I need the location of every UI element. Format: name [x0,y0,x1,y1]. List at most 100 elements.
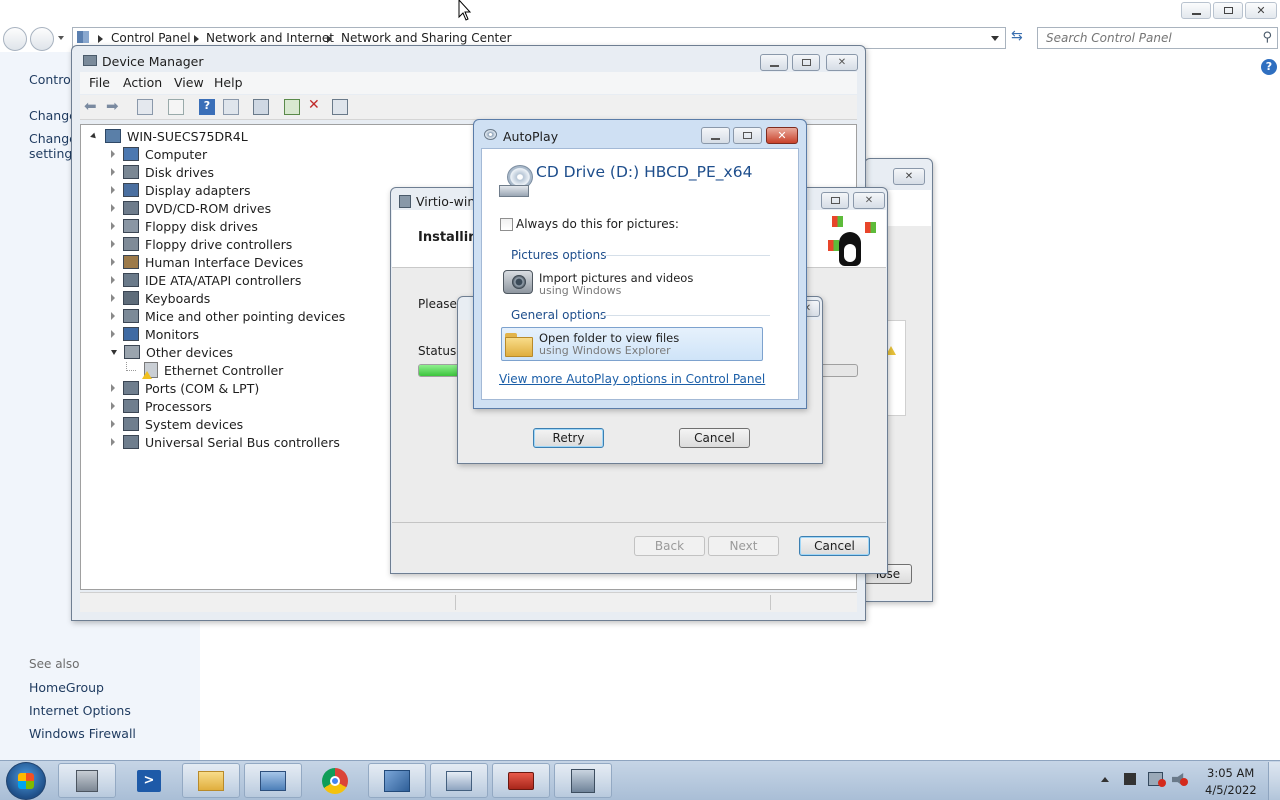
autoplay-close-button[interactable]: ✕ [766,127,798,144]
tree-item[interactable]: Display adapters [111,181,250,199]
see-also-internet-options[interactable]: Internet Options [29,703,131,718]
clock-time[interactable]: 3:05 AM [1207,766,1254,780]
expand-icon[interactable] [111,150,115,158]
collapse-icon[interactable] [111,349,117,355]
show-hidden-icon[interactable] [223,99,239,115]
left-link-control-panel-home[interactable]: Control [29,72,74,87]
tree-item[interactable]: Ports (COM & LPT) [111,379,259,397]
tree-root[interactable]: WIN-SUECS75DR4L [90,127,248,145]
show-hidden-icons-icon[interactable] [1101,777,1109,782]
taskbar-installer[interactable] [554,763,612,798]
forward-arrow-icon[interactable]: ➡ [106,97,122,115]
expand-icon[interactable] [111,258,115,266]
autoplay-minimize-button[interactable] [701,127,730,144]
expand-icon[interactable] [111,240,115,248]
expand-icon[interactable] [111,276,115,284]
expand-icon[interactable] [111,204,115,212]
tree-item[interactable]: Other devices [111,343,233,361]
dm-close-button[interactable]: ✕ [826,54,858,71]
minimize-button[interactable] [1181,2,1211,19]
taskbar-control-panel[interactable] [368,763,426,798]
forward-nav-button[interactable] [30,27,54,51]
error-cancel-button[interactable]: Cancel [679,428,750,448]
tree-item[interactable]: Processors [111,397,212,415]
expand-icon[interactable] [111,438,115,446]
expand-icon[interactable] [111,330,115,338]
autoplay-maximize-button[interactable] [733,127,762,144]
back-nav-button[interactable] [3,27,27,51]
always-checkbox-label[interactable]: Always do this for pictures: [516,217,679,231]
finish-dialog-close-button[interactable]: ✕ [893,168,925,185]
expand-icon[interactable] [111,384,115,392]
back-arrow-icon[interactable]: ⬅ [84,97,100,115]
see-also-homegroup[interactable]: HomeGroup [29,680,104,695]
close-button[interactable]: ✕ [1245,2,1277,19]
search-input[interactable] [1044,30,1254,46]
taskbar-device-manager[interactable] [58,763,116,798]
expand-icon[interactable] [111,222,115,230]
virtio-close-button[interactable]: ✕ [853,192,885,209]
uninstall-icon[interactable]: ✕ [308,97,324,113]
tree-item[interactable]: Human Interface Devices [111,253,303,271]
refresh-icon[interactable]: ⇆ [1011,28,1023,44]
more-autoplay-options-link[interactable]: View more AutoPlay options in Control Pa… [499,372,765,386]
search-box[interactable]: ⚲ [1037,27,1278,49]
retry-button[interactable]: Retry [533,428,604,448]
disable-device-icon[interactable] [332,99,348,115]
menu-help[interactable]: Help [214,75,243,90]
import-pictures-option[interactable]: Import pictures and videos using Windows [501,267,763,301]
taskbar-remote-desktop[interactable] [244,763,302,798]
tree-item[interactable]: Ethernet Controller [126,361,283,379]
tree-item[interactable]: Disk drives [111,163,214,181]
virtio-cancel-button[interactable]: Cancel [799,536,870,556]
recent-pages-icon[interactable] [58,36,64,40]
chevron-down-icon[interactable] [991,36,999,41]
tree-item[interactable]: Computer [111,145,207,163]
collapse-icon[interactable] [90,132,98,140]
virtio-back-button[interactable]: Back [634,536,705,556]
open-folder-option[interactable]: Open folder to view files using Windows … [501,327,763,361]
expand-icon[interactable] [111,420,115,428]
update-driver-icon[interactable] [284,99,300,115]
expand-icon[interactable] [111,294,115,302]
tree-item[interactable]: Floppy drive controllers [111,235,292,253]
breadcrumb-control-panel[interactable]: Control Panel [111,31,191,45]
expand-icon[interactable] [111,168,115,176]
taskbar-chrome[interactable] [306,763,364,798]
tree-item[interactable]: Mice and other pointing devices [111,307,345,325]
taskbar-network[interactable] [430,763,488,798]
action-center-flag-icon[interactable] [1124,773,1136,785]
scan-hardware-icon[interactable] [253,99,269,115]
restore-button[interactable] [1213,2,1243,19]
left-link-change-adapter[interactable]: Change [29,108,77,123]
help-icon[interactable]: ? [1261,59,1277,75]
taskbar-toolbox[interactable] [492,763,550,798]
always-checkbox[interactable] [500,218,513,231]
breadcrumb-network-sharing[interactable]: Network and Sharing Center [341,31,512,45]
menu-view[interactable]: View [174,75,204,90]
virtio-next-button[interactable]: Next [708,536,779,556]
tree-item[interactable]: Universal Serial Bus controllers [111,433,340,451]
tree-item[interactable]: DVD/CD-ROM drives [111,199,271,217]
left-link-change-sharing[interactable]: Change [29,131,77,146]
tree-item[interactable]: Keyboards [111,289,210,307]
tree-item[interactable]: Monitors [111,325,199,343]
see-also-windows-firewall[interactable]: Windows Firewall [29,726,136,741]
taskbar-explorer[interactable] [182,763,240,798]
expand-icon[interactable] [111,312,115,320]
virtio-maximize-button[interactable] [821,192,849,209]
properties-icon[interactable] [137,99,153,115]
tree-item[interactable]: IDE ATA/ATAPI controllers [111,271,301,289]
dm-minimize-button[interactable] [760,54,788,71]
tree-item[interactable]: System devices [111,415,243,433]
expand-icon[interactable] [111,402,115,410]
tree-item[interactable]: Floppy disk drives [111,217,258,235]
show-desktop-button[interactable] [1268,762,1280,800]
clock-date[interactable]: 4/5/2022 [1205,783,1257,797]
help-toolbar-icon[interactable]: ? [199,99,215,115]
expand-icon[interactable] [111,186,115,194]
search-icon[interactable]: ⚲ [1262,30,1272,45]
breadcrumb-network-internet[interactable]: Network and Internet [206,31,334,45]
menu-file[interactable]: File [89,75,110,90]
taskbar-powershell[interactable]: > [120,763,178,798]
